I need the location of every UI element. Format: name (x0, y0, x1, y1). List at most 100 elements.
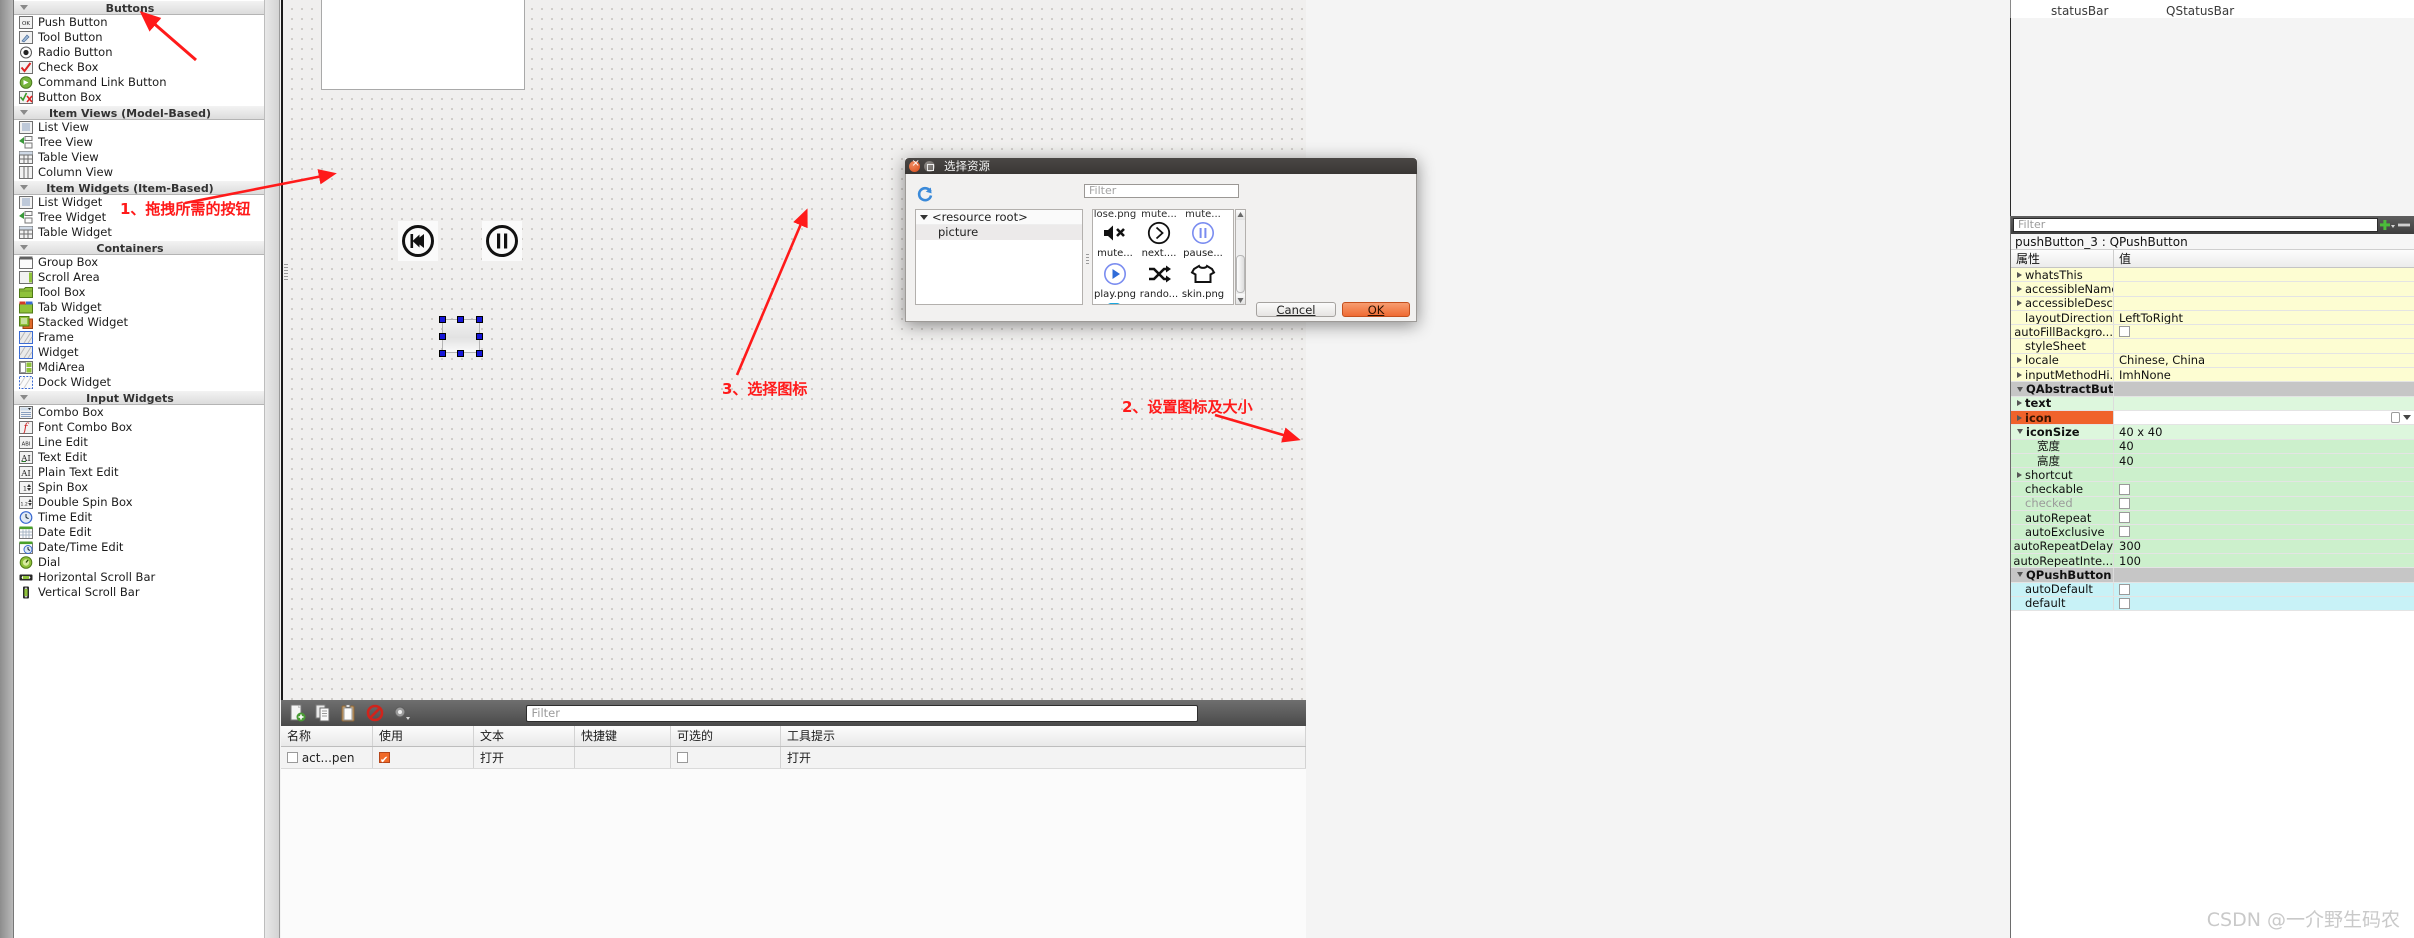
widget-item-date-edit[interactable]: Date Edit (14, 525, 264, 540)
property-row-autorepeatinte-[interactable]: autoRepeatInte... 100 (2011, 553, 2414, 569)
widget-box-list[interactable]: Buttons OK Push Button Tool Button Radio But… (14, 0, 264, 938)
remove-property-icon[interactable] (2396, 218, 2412, 232)
widget-item-date-time-edit[interactable]: Date/Time Edit (14, 540, 264, 555)
widget-item-list-view[interactable]: List View (14, 120, 264, 135)
property-checkbox[interactable] (2119, 483, 2130, 495)
resource-browse-icon[interactable] (2391, 412, 2400, 424)
row-checkbox[interactable] (287, 752, 298, 763)
property-row--[interactable]: 高度 40 (2011, 453, 2414, 469)
property-row--[interactable]: 宽度 40 (2011, 439, 2414, 454)
checkable-checkbox[interactable] (677, 752, 688, 763)
delete-icon[interactable] (365, 703, 385, 723)
resource-filter-input[interactable]: Filter (1084, 184, 1239, 198)
property-row-text[interactable]: text (2011, 396, 2414, 411)
list-item[interactable]: pause... (1181, 219, 1225, 260)
widget-item-tree-view[interactable]: Tree View (14, 135, 264, 150)
property-row-autoexclusive[interactable]: autoExclusive (2011, 525, 2414, 540)
widget-item-command-link-button[interactable]: Command Link Button (14, 75, 264, 90)
resource-icon-grid[interactable]: lose.png mute... mute... mute... next...… (1092, 209, 1234, 305)
list-item[interactable]: lose.png (1093, 210, 1137, 220)
list-item[interactable]: next.... (1137, 219, 1181, 260)
chevron-right-icon[interactable] (2017, 271, 2022, 278)
property-value-cell[interactable]: 100 (2114, 554, 2414, 567)
property-value-cell[interactable] (2114, 568, 2414, 582)
widget-item-scroll-area[interactable]: Scroll Area (14, 270, 264, 285)
property-row-locale[interactable]: locale Chinese, China (2011, 353, 2414, 369)
chevron-right-icon[interactable] (2017, 414, 2022, 421)
widget-item-combo-box[interactable]: Combo Box (14, 405, 264, 420)
resize-handle-ne[interactable] (476, 316, 483, 323)
property-row-whatsthis[interactable]: whatsThis (2011, 268, 2414, 283)
property-row-inputmethodhi-[interactable]: inputMethodHi... ImhNone (2011, 368, 2414, 383)
new-document-icon[interactable] (287, 703, 307, 723)
form-window[interactable] (321, 0, 525, 90)
resize-handle-n[interactable] (457, 316, 464, 323)
widget-item-horizontal-scroll-bar[interactable]: Horizontal Scroll Bar (14, 570, 264, 585)
resize-handle-w[interactable] (439, 333, 446, 340)
pause-button[interactable] (482, 221, 522, 261)
widget-item-radio-button[interactable]: Radio Button (14, 45, 264, 60)
dialog-splitter[interactable] (1086, 254, 1089, 264)
widget-group-header[interactable]: Containers (14, 240, 264, 255)
property-value-cell[interactable] (2114, 297, 2414, 310)
property-checkbox[interactable] (2119, 526, 2130, 538)
widget-item-dock-widget[interactable]: Dock Widget (14, 375, 264, 390)
action-table-body[interactable] (281, 769, 1306, 938)
widget-group-header[interactable]: Item Widgets (Item-Based) (14, 180, 264, 195)
property-value-cell[interactable] (2114, 325, 2414, 338)
property-value-cell[interactable] (2114, 397, 2414, 410)
property-filter-input[interactable]: Filter (2013, 218, 2378, 232)
add-property-icon[interactable] (2378, 218, 2396, 232)
list-item[interactable]: mute... (1137, 210, 1181, 220)
property-value-cell[interactable] (2114, 511, 2414, 524)
widget-item-time-edit[interactable]: Time Edit (14, 510, 264, 525)
property-row-qpushbutton[interactable]: QPushButton (2011, 568, 2414, 583)
widget-item-push-button[interactable]: OK Push Button (14, 15, 264, 30)
form-canvas[interactable] (281, 0, 1306, 700)
object-inspector-row[interactable]: statusBar QStatusBar (2011, 0, 2414, 18)
scrollbar-thumb[interactable] (1236, 255, 1245, 293)
widget-item-stacked-widget[interactable]: Stacked Widget (14, 315, 264, 330)
property-value-cell[interactable] (2114, 583, 2414, 596)
property-value-cell[interactable]: ImhNone (2114, 368, 2414, 381)
widget-box-scroll-rail[interactable] (264, 0, 279, 938)
widget-item-double-spin-box[interactable]: 1.2 Double Spin Box (14, 495, 264, 510)
property-value-cell[interactable]: Chinese, China (2114, 354, 2414, 367)
property-row-accessibledescr-[interactable]: accessibleDescr... (2011, 296, 2414, 311)
property-value-cell[interactable] (2114, 497, 2414, 510)
property-checkbox[interactable] (2119, 597, 2130, 609)
property-row-autorepeat[interactable]: autoRepeat (2011, 511, 2414, 526)
property-row-icon[interactable]: icon (2011, 410, 2414, 426)
list-item[interactable]: mute... (1181, 210, 1225, 220)
table-row[interactable]: act...pen 打开 打开 (281, 747, 1306, 769)
widget-item-font-combo-box[interactable]: f Font Combo Box (14, 420, 264, 435)
widget-item-dial[interactable]: Dial (14, 555, 264, 570)
property-row-checkable[interactable]: checkable (2011, 482, 2414, 497)
widget-item-tab-widget[interactable]: Tab Widget (14, 300, 264, 315)
property-row-stylesheet[interactable]: styleSheet (2011, 339, 2414, 354)
property-checkbox[interactable] (2119, 583, 2130, 595)
resource-picture-node[interactable]: picture (916, 225, 1082, 240)
property-row-default[interactable]: default (2011, 596, 2414, 612)
resize-handle-nw[interactable] (439, 316, 446, 323)
property-checkbox[interactable] (2119, 512, 2130, 524)
chevron-right-icon[interactable] (2017, 400, 2022, 407)
widget-group-header[interactable]: Buttons (14, 0, 264, 15)
resource-root-node[interactable]: <resource root> (916, 210, 1082, 225)
paste-icon[interactable] (339, 703, 359, 723)
property-value-cell[interactable] (2114, 268, 2414, 281)
maximize-icon[interactable] (924, 160, 935, 172)
property-value-cell[interactable] (2114, 339, 2414, 352)
gear-icon[interactable] (391, 703, 411, 723)
icon-grid-scrollbar[interactable] (1235, 209, 1246, 305)
widget-item-mdiarea[interactable]: MdiArea (14, 360, 264, 375)
property-value-cell[interactable]: 40 (2114, 454, 2414, 467)
property-row-accessiblename[interactable]: accessibleName (2011, 282, 2414, 297)
property-row-layoutdirection[interactable]: layoutDirection LeftToRight (2011, 310, 2414, 326)
widget-item-table-widget[interactable]: Table Widget (14, 225, 264, 240)
property-rows[interactable]: whatsThisaccessibleNameaccessibleDescr..… (2011, 268, 2414, 612)
property-value-cell[interactable] (2114, 410, 2414, 425)
property-value-cell[interactable]: LeftToRight (2114, 311, 2414, 324)
property-value-cell[interactable] (2114, 382, 2414, 396)
resize-handle-se[interactable] (476, 350, 483, 357)
